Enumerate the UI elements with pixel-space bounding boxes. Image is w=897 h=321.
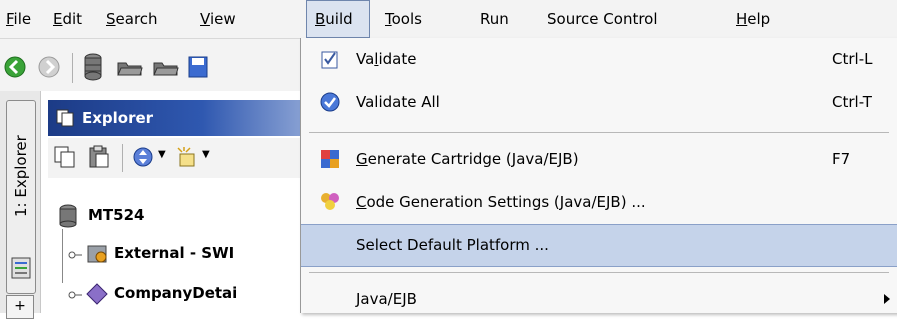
menu-view-mnemonic: V <box>200 10 210 28</box>
expand-button[interactable]: + <box>6 295 34 319</box>
validate-all-icon <box>320 92 340 112</box>
side-tab-strip: 1: Explorer + <box>0 91 41 319</box>
menu-item-label: Generate Cartridge (Java/EJB) <box>356 150 579 168</box>
tree-line <box>62 229 63 283</box>
folder-icon[interactable] <box>153 59 179 77</box>
tree-item-external[interactable]: External - SWI <box>58 229 328 283</box>
menu-item-java-ejb[interactable]: Java/EJB <box>301 278 897 321</box>
menu-help-mnemonic: H <box>736 10 748 28</box>
explorer-header: Explorer <box>48 100 328 136</box>
menu-file-mnemonic: F <box>6 10 14 28</box>
open-folder-icon[interactable] <box>117 59 143 77</box>
tab-explorer-label: 1: Explorer <box>12 135 30 217</box>
copy-icon[interactable] <box>54 146 76 168</box>
validate-icon <box>321 51 338 69</box>
tree-item-label: MT524 <box>88 206 145 224</box>
menu-separator <box>309 272 889 273</box>
paste-icon[interactable] <box>88 145 110 169</box>
database-icon <box>59 204 77 228</box>
menu-build[interactable]: Build <box>306 0 370 38</box>
menu-file-label: ile <box>13 10 32 28</box>
menu-search[interactable]: Search <box>106 0 158 38</box>
generate-icon <box>321 150 339 168</box>
menu-help[interactable]: Help <box>736 0 770 38</box>
menu-search-label: earch <box>115 10 158 28</box>
menu-view-label: iew <box>209 10 236 28</box>
tree-item-label: CompanyDetai <box>114 284 238 302</box>
tree-item-label: External - SWI <box>114 244 235 262</box>
menu-source-control-label: Source Control <box>547 10 658 28</box>
menu-item-validate[interactable]: Validate Ctrl-L <box>301 38 897 81</box>
forward-icon[interactable] <box>38 56 60 78</box>
menubar: File Edit Search View Build Tools Run So… <box>0 0 897 39</box>
explorer-title: Explorer <box>82 109 154 127</box>
menu-file[interactable]: File <box>6 0 31 38</box>
menu-item-label: Code Generation Settings (Java/EJB) ... <box>356 193 646 211</box>
menu-item-label: Select Default Platform ... <box>356 236 549 254</box>
expand-toggle-icon[interactable] <box>68 288 82 302</box>
menu-build-mnemonic: B <box>315 10 326 28</box>
menu-item-select-default-platform[interactable]: Select Default Platform ... <box>301 224 897 267</box>
menu-item-label: Validate <box>356 50 417 68</box>
menu-separator <box>309 132 889 133</box>
menu-run[interactable]: Run <box>480 0 509 38</box>
diamond-icon <box>86 283 108 305</box>
menu-edit[interactable]: Edit <box>53 0 82 38</box>
explorer-panel: Explorer ▼ ▼ MT524 External - SWI Compan… <box>48 100 328 313</box>
menu-help-label: elp <box>747 10 771 28</box>
menu-build-label: uild <box>325 10 353 28</box>
sort-icon[interactable] <box>132 146 154 168</box>
package-icon <box>87 245 107 263</box>
menu-item-validate-all[interactable]: Validate All Ctrl-T <box>301 81 897 124</box>
panel-toolbar-separator <box>122 144 123 172</box>
expand-toggle-icon[interactable] <box>68 248 82 262</box>
menu-tools-mnemonic: T <box>385 10 392 28</box>
menu-item-generate-cartridge[interactable]: Generate Cartridge (Java/EJB) F7 <box>301 138 897 181</box>
menu-item-label: Java/EJB <box>356 290 417 308</box>
explorer-header-icon <box>56 109 74 127</box>
database-icon[interactable] <box>83 53 103 81</box>
new-item-icon[interactable] <box>176 146 198 168</box>
menu-item-shortcut: Ctrl-T <box>832 93 872 111</box>
save-icon[interactable] <box>188 56 208 78</box>
menu-edit-label: dit <box>62 10 83 28</box>
menu-tools[interactable]: Tools <box>385 0 422 38</box>
explorer-toolbar: ▼ ▼ <box>48 138 328 178</box>
menu-run-label: Run <box>480 10 509 28</box>
menu-view[interactable]: View <box>200 0 236 38</box>
menu-item-code-generation-settings[interactable]: Code Generation Settings (Java/EJB) ... <box>301 181 897 224</box>
tab-explorer[interactable]: 1: Explorer <box>6 100 36 294</box>
toolbar-separator <box>72 53 73 83</box>
explorer-tab-icon <box>11 257 31 279</box>
submenu-arrow-icon <box>884 294 890 304</box>
back-icon[interactable] <box>4 56 26 78</box>
menu-item-shortcut: F7 <box>832 150 851 168</box>
new-item-dropdown-icon[interactable]: ▼ <box>202 149 210 160</box>
build-menu-dropdown: Validate Ctrl-L Validate All Ctrl-T Gene… <box>300 38 897 313</box>
sort-dropdown-icon[interactable]: ▼ <box>158 149 166 160</box>
menu-item-label: Validate All <box>356 93 440 111</box>
menu-source-control[interactable]: Source Control <box>547 0 658 38</box>
settings-icon <box>321 193 339 210</box>
menu-item-shortcut: Ctrl-L <box>832 50 873 68</box>
menu-search-mnemonic: S <box>106 10 116 28</box>
menu-tools-label: ools <box>391 10 422 28</box>
